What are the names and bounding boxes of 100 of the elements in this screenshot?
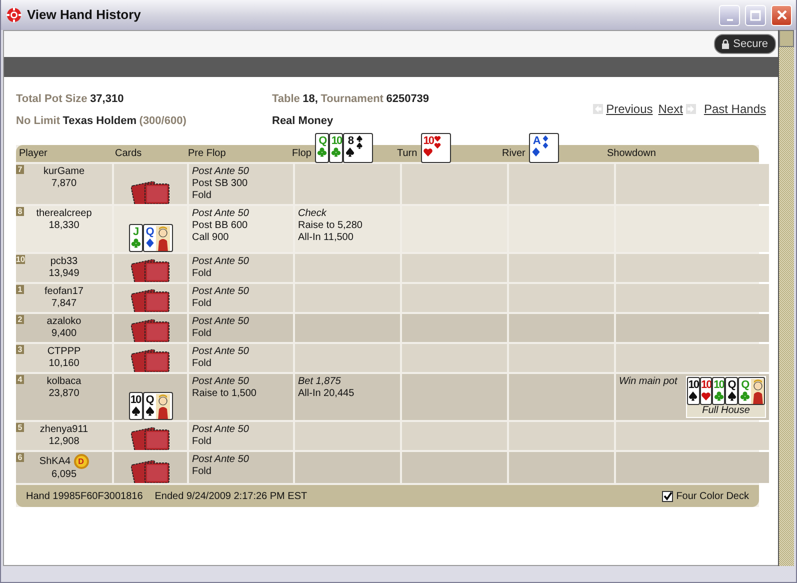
column-header: Showdown — [607, 147, 656, 161]
info-value: Texas Holdem — [62, 114, 137, 129]
action-text: Post Ante 50 — [192, 208, 250, 220]
info-value: 6250739 — [386, 92, 430, 107]
player-name: pcb33 — [50, 256, 78, 267]
seat-number: 3 — [16, 345, 24, 354]
seat-number: 8 — [16, 207, 24, 216]
card-rank: 10 — [688, 379, 698, 391]
action-text: Fold — [192, 298, 212, 310]
action-text: Raise to 5,280 — [298, 220, 364, 232]
player-name: therealcreep — [36, 208, 92, 219]
info-label: (300/600) — [139, 114, 186, 129]
chip-count: 10,160 — [48, 358, 80, 370]
seat-number: 1 — [16, 285, 24, 294]
column-header: River — [502, 147, 526, 161]
player-name: kolbaca — [46, 376, 82, 387]
chip-count: 6,095 — [50, 469, 78, 481]
hand-name: Full House — [701, 405, 751, 417]
action-text: Post Ante 50 — [192, 286, 250, 298]
card-rank: A — [532, 135, 540, 147]
action-text: Bet 1,875 — [298, 376, 342, 388]
four-color-checkbox[interactable]: Four Color Deck — [662, 488, 749, 504]
seat-number: 2 — [16, 315, 24, 324]
player-name: kurGame — [43, 166, 85, 177]
action-text: Fold — [192, 358, 212, 370]
column-header: Turn — [397, 147, 418, 161]
info-label: Table — [272, 92, 300, 107]
player-name: feofan17 — [44, 286, 84, 297]
previous-link[interactable]: Previous — [606, 100, 653, 118]
chip-count: 12,908 — [48, 436, 80, 448]
column-header: Player — [19, 147, 48, 161]
card-rank: 10 — [714, 379, 724, 391]
player-name: azaloko — [46, 316, 82, 327]
card-rank: Q — [318, 135, 326, 147]
action-text: Call 900 — [192, 232, 230, 244]
info-value: 18, — [302, 92, 318, 107]
action-text: Post Ante 50 — [192, 346, 250, 358]
action-text: Fold — [192, 268, 212, 280]
player-name: zhenya911 — [40, 424, 88, 435]
showdown-result: Win main pot — [619, 376, 678, 389]
info-label: No Limit — [16, 114, 60, 129]
action-text: Fold — [192, 328, 212, 340]
info-value: Real Money — [272, 114, 334, 129]
card-rank: Q — [146, 226, 154, 238]
chip-count: 18,330 — [48, 220, 80, 232]
action-text: Post Ante 50 — [192, 166, 250, 178]
action-text: Post Ante 50 — [192, 376, 250, 388]
chip-count: 7,847 — [50, 298, 78, 310]
action-text: Post BB 600 — [192, 220, 249, 232]
seat-number: 6 — [16, 453, 24, 462]
column-header: Cards — [115, 147, 142, 161]
action-text: Post Ante 50 — [192, 256, 250, 268]
seat-number: 4 — [16, 375, 24, 384]
left-arrow-icon — [593, 104, 604, 114]
action-text: Fold — [192, 436, 212, 448]
check-icon — [662, 491, 673, 501]
hand-id: Hand 19985F60F3001816 — [26, 490, 143, 504]
action-text: Fold — [192, 190, 212, 202]
action-text: Post Ante 50 — [192, 454, 250, 466]
card-rank: 10 — [700, 379, 712, 391]
column-header: Flop — [292, 147, 312, 161]
lock-icon — [721, 38, 730, 50]
right-arrow-icon — [686, 104, 696, 114]
card-rank: 8 — [348, 135, 354, 147]
past-hands-link[interactable]: Past Hands — [704, 100, 766, 118]
card-rank: 10 — [331, 135, 342, 147]
next-link[interactable]: Next — [658, 100, 683, 118]
info-label: Total Pot Size — [16, 92, 88, 107]
close-button[interactable] — [771, 4, 792, 26]
chip-count: 7,870 — [50, 178, 78, 190]
card-rank: J — [132, 226, 138, 238]
action-text: All-In 11,500 — [298, 232, 354, 244]
scrollbar[interactable] — [778, 30, 794, 566]
action-text: Raise to 1,500 — [192, 388, 258, 400]
close-icon — [776, 9, 788, 21]
card-rank: 10 — [130, 394, 141, 406]
action-text: Check — [298, 208, 328, 220]
maximize-icon — [750, 10, 761, 20]
chip-count: 9,400 — [50, 328, 78, 340]
chip-count: 13,949 — [48, 268, 80, 280]
action-text: Post Ante 50 — [192, 316, 250, 328]
card-rank: Q — [741, 379, 749, 391]
minimize-icon — [726, 18, 732, 20]
chip-count: 23,870 — [48, 388, 80, 400]
window-title: View Hand History — [27, 6, 141, 24]
info-value: 37,310 — [90, 92, 124, 107]
card-rank: Q — [146, 394, 154, 406]
app-icon — [6, 7, 22, 23]
end-time: Ended 9/24/2009 2:17:26 PM EST — [154, 490, 308, 504]
action-text: Post Ante 50 — [192, 424, 250, 436]
seat-number: 10 — [16, 255, 25, 264]
column-header: Pre Flop — [188, 147, 226, 161]
player-name: ShKA4 — [39, 456, 71, 468]
player-name: CTPPP — [47, 346, 81, 357]
card-rank: Q — [728, 379, 736, 391]
seat-number: 7 — [16, 165, 24, 174]
info-label: Tournament — [320, 92, 384, 107]
action-text: Post SB 300 — [192, 178, 249, 190]
card-rank: 10 — [423, 135, 434, 147]
action-text: Fold — [192, 466, 212, 478]
